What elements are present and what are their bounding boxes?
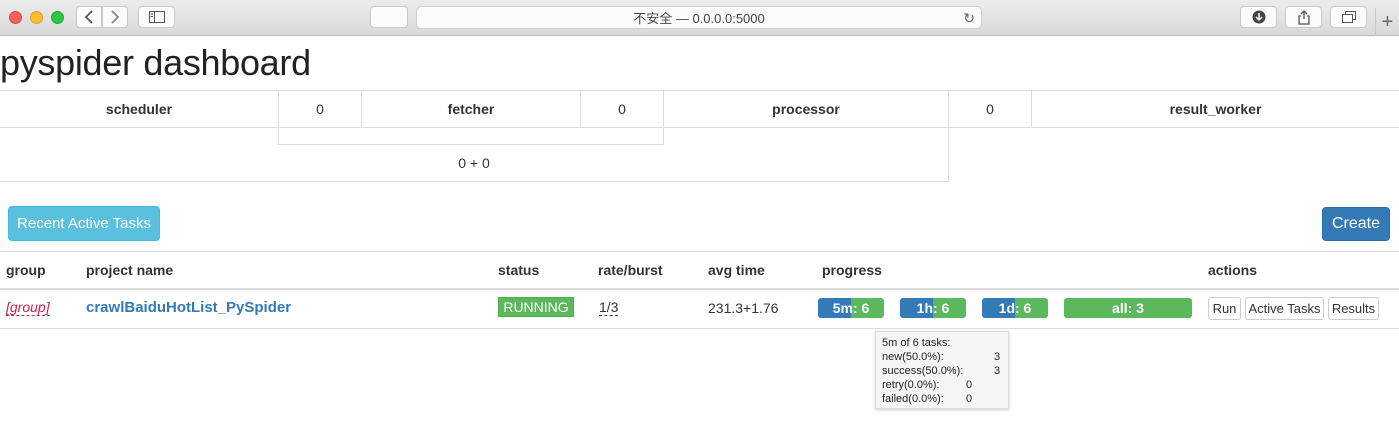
reload-icon[interactable]: ↻ <box>963 10 975 27</box>
back-button[interactable] <box>76 6 102 28</box>
share-icon <box>1297 9 1310 25</box>
result-worker-label: result_worker <box>1169 101 1262 117</box>
address-text: 不安全 — 0.0.0.0:5000 <box>633 11 765 26</box>
window-minimize-button[interactable] <box>30 11 43 24</box>
progress-bar-all[interactable]: all: 3 <box>1064 298 1192 318</box>
group-editable[interactable]: [group] <box>6 300 50 316</box>
window-close-button[interactable] <box>9 11 22 24</box>
header-divider <box>0 288 1399 290</box>
project-name-link[interactable]: crawlBaiduHotList_PySpider <box>86 299 291 316</box>
tooltip-line-value: 0 <box>966 393 973 405</box>
tooltip-line: new(50.0%): 3 <box>882 350 1002 364</box>
tooltip-line: retry(0.0%): 0 <box>882 378 1002 392</box>
avg-time: 231.3+1.76 <box>708 300 779 316</box>
fetcher-label: fetcher <box>447 101 495 117</box>
progress-label: all: 3 <box>1112 300 1144 316</box>
tooltip-line-value: 3 <box>994 351 1001 363</box>
tooltip-line-label: retry(0.0%): <box>882 379 940 391</box>
divider <box>0 251 1399 252</box>
browser-toolbar: 不安全 — 0.0.0.0:5000 ↻ + <box>0 0 1399 36</box>
progress-bar-1h[interactable]: 1h: 6 <box>900 298 966 318</box>
back-icon <box>84 10 93 24</box>
header-status: status <box>498 262 540 278</box>
status-badge[interactable]: RUNNING <box>498 297 574 317</box>
rate-burst-editable[interactable]: 1/3 <box>599 300 619 316</box>
sidebar-button[interactable] <box>138 6 175 28</box>
create-button[interactable]: Create <box>1322 207 1390 241</box>
recent-active-tasks-button[interactable]: Recent Active Tasks <box>8 206 160 241</box>
tooltip-line-label: success(50.0%): <box>882 365 964 377</box>
tooltip-line: failed(0.0%): 0 <box>882 392 1002 406</box>
progress-label: 5m: 6 <box>832 300 870 316</box>
new-tab-button[interactable]: + <box>1375 8 1399 36</box>
address-bar[interactable]: 不安全 — 0.0.0.0:5000 ↻ <box>416 6 982 29</box>
tooltip-title: 5m of 6 tasks: <box>882 337 951 349</box>
results-button[interactable]: Results <box>1328 297 1379 320</box>
share-button[interactable] <box>1285 6 1322 28</box>
forward-icon <box>111 10 120 24</box>
progress-bar-5m[interactable]: 5m: 6 <box>818 298 884 318</box>
divider <box>0 328 1399 329</box>
tooltip-line-value: 0 <box>966 379 973 391</box>
progress-label: 1d: 6 <box>998 300 1032 316</box>
tabs-overview-button[interactable] <box>1330 6 1367 28</box>
scheduler-queue: 0 <box>278 91 362 127</box>
progress-bar-1d[interactable]: 1d: 6 <box>982 298 1048 318</box>
progress-label: 1h: 6 <box>916 300 950 316</box>
fetcher-queue: 0 <box>580 91 664 127</box>
scheduler-label: scheduler <box>105 101 173 117</box>
header-avg-time: avg time <box>708 262 765 278</box>
processor-queue: 0 <box>948 91 1032 127</box>
tab-spacer-button[interactable] <box>370 6 408 28</box>
fetcher-rate: 0 + 0 <box>0 128 949 182</box>
tooltip-line-label: failed(0.0%): <box>882 393 944 405</box>
fetcher-rate-text: 0 + 0 <box>458 155 490 171</box>
sidebar-icon <box>148 11 165 23</box>
progress-tooltip: 5m of 6 tasks: new(50.0%): 3 success(50.… <box>875 331 1009 409</box>
downloads-button[interactable] <box>1240 6 1277 28</box>
run-button[interactable]: Run <box>1208 297 1241 320</box>
tooltip-line-label: new(50.0%): <box>882 351 944 363</box>
header-actions: actions <box>1208 262 1258 278</box>
window-zoom-button[interactable] <box>51 11 64 24</box>
header-project-name: project name <box>86 262 174 278</box>
header-rate-burst: rate/burst <box>598 262 663 278</box>
processor-label: processor <box>772 101 840 117</box>
tooltip-line: success(50.0%): 3 <box>882 364 1002 378</box>
tooltip-line-value: 3 <box>994 365 1001 377</box>
page-title: pyspider dashboard <box>0 42 311 83</box>
active-tasks-button[interactable]: Active Tasks <box>1245 297 1324 320</box>
forward-button[interactable] <box>102 6 128 28</box>
download-icon <box>1252 10 1265 24</box>
header-group: group <box>6 262 46 278</box>
tabs-icon <box>1341 11 1356 23</box>
header-progress: progress <box>822 262 882 278</box>
